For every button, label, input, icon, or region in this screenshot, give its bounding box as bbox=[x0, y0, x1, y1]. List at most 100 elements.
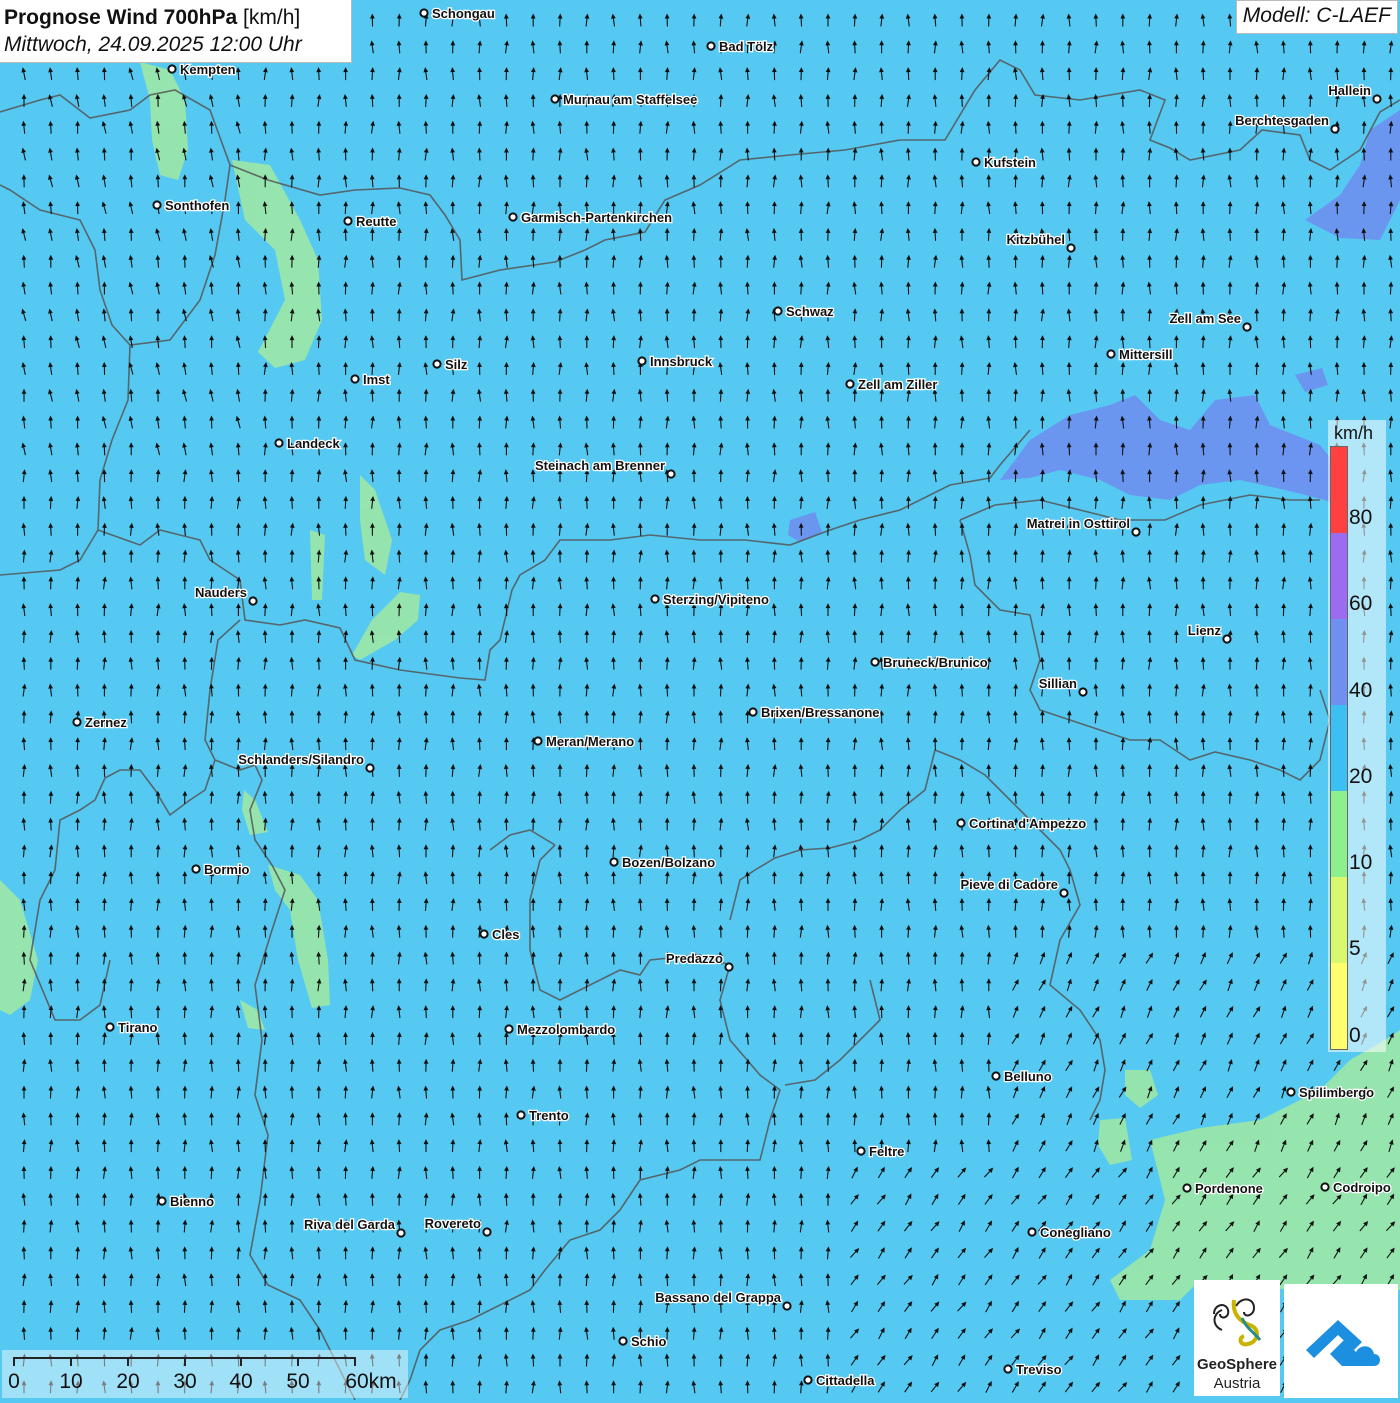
geosphere-name: GeoSphere bbox=[1194, 1356, 1280, 1373]
city-name: Pieve di Cadore bbox=[960, 877, 1058, 892]
city-name: Lienz bbox=[1188, 623, 1222, 638]
city-name: Trento bbox=[529, 1108, 569, 1123]
city-name: Codroipo bbox=[1333, 1180, 1391, 1195]
city-name: Berchtesgaden bbox=[1235, 113, 1329, 128]
city-name: Meran/Merano bbox=[546, 734, 634, 749]
legend-tick-label: 20 bbox=[1349, 765, 1372, 789]
city-name: Silz bbox=[445, 357, 468, 372]
city-name: Landeck bbox=[287, 436, 341, 451]
city-name: Schio bbox=[631, 1334, 666, 1349]
city-name: Mittersill bbox=[1119, 347, 1172, 362]
legend-segment bbox=[1331, 705, 1347, 791]
warn-app-cloud-icon bbox=[1284, 1284, 1398, 1398]
city-marker: Brixen/Bressanone bbox=[749, 705, 879, 720]
legend-segment bbox=[1331, 791, 1347, 877]
city-name: Kempten bbox=[180, 62, 236, 77]
city-name: Bruneck/Brunico bbox=[883, 655, 988, 670]
legend-tick-label: 5 bbox=[1349, 937, 1361, 961]
city-marker: Garmisch-Partenkirchen bbox=[509, 210, 672, 225]
city-name: Predazzo bbox=[666, 951, 723, 966]
city-marker: Schongau bbox=[420, 6, 494, 21]
city-marker: Zell am Ziller bbox=[846, 377, 937, 392]
scale-label: 10 bbox=[59, 1370, 82, 1394]
legend-tick-label: 0 bbox=[1349, 1024, 1361, 1048]
city-name: Schwaz bbox=[786, 304, 834, 319]
city-name: Sonthofen bbox=[165, 198, 229, 213]
forecast-datetime: Mittwoch, 24.09.2025 12:00 Uhr bbox=[4, 31, 347, 58]
city-marker: Conegliano bbox=[1028, 1225, 1110, 1240]
city-name: Riva del Garda bbox=[304, 1217, 396, 1232]
geosphere-swirl-icon bbox=[1194, 1286, 1280, 1356]
city-name: Bad Tölz bbox=[719, 39, 774, 54]
city-name: Rovereto bbox=[425, 1216, 481, 1231]
city-marker: Meran/Merano bbox=[534, 734, 634, 749]
city-name: Kitzbühel bbox=[1007, 232, 1066, 247]
city-marker: Sterzing/Vipiteno bbox=[651, 592, 769, 607]
warn-app-logo[interactable] bbox=[1284, 1284, 1398, 1398]
city-name: Zell am Ziller bbox=[858, 377, 937, 392]
city-name: Innsbruck bbox=[650, 354, 713, 369]
city-name: Cortina d'Ampezzo bbox=[969, 816, 1086, 831]
city-name: Hallein bbox=[1328, 83, 1371, 98]
scale-label: 20 bbox=[116, 1370, 139, 1394]
distance-scale: 0102030405060km bbox=[2, 1350, 408, 1398]
city-name: Spilimbergo bbox=[1299, 1085, 1374, 1100]
title-panel: Prognose Wind 700hPa [km/h] Mittwoch, 24… bbox=[0, 0, 352, 63]
city-marker: Innsbruck bbox=[638, 354, 712, 369]
title-main: Prognose Wind 700hPa bbox=[4, 6, 237, 29]
city-name: Imst bbox=[363, 372, 390, 387]
city-name: Mezzolombardo bbox=[517, 1022, 615, 1037]
city-marker: Sonthofen bbox=[153, 198, 229, 213]
city-marker: Bruneck/Brunico bbox=[871, 655, 987, 670]
title-unit: [km/h] bbox=[243, 6, 300, 29]
city-name: Reutte bbox=[356, 214, 396, 229]
legend-segment bbox=[1331, 877, 1347, 963]
city-name: Sillian bbox=[1039, 676, 1077, 691]
scale-tick bbox=[354, 1357, 356, 1366]
city-marker: Mezzolombardo bbox=[505, 1022, 615, 1037]
city-marker: Cortina d'Ampezzo bbox=[957, 816, 1086, 831]
model-label: Modell: C-LAEF bbox=[1236, 0, 1398, 34]
legend-tick-label: 10 bbox=[1349, 851, 1372, 875]
forecast-map[interactable]: Schongau Bad Tölz Kempten Murnau am Staffel… bbox=[0, 0, 1400, 1400]
city-name: Feltre bbox=[869, 1144, 904, 1159]
city-marker: Pordenone bbox=[1183, 1181, 1263, 1196]
legend-segment bbox=[1331, 533, 1347, 619]
city-name: Matrei in Osttirol bbox=[1027, 516, 1130, 531]
geosphere-logo[interactable]: GeoSphere Austria bbox=[1194, 1280, 1280, 1396]
city-name: Belluno bbox=[1004, 1069, 1052, 1084]
geosphere-country: Austria bbox=[1194, 1375, 1280, 1392]
city-marker: Cittadella bbox=[804, 1373, 875, 1388]
city-name: Conegliano bbox=[1040, 1225, 1111, 1240]
city-name: Garmisch-Partenkirchen bbox=[521, 210, 672, 225]
city-name: Steinach am Brenner bbox=[535, 458, 665, 473]
legend-tick-label: 60 bbox=[1349, 592, 1372, 616]
scale-tick bbox=[70, 1357, 72, 1366]
scale-tick bbox=[127, 1357, 129, 1366]
city-marker: Bozen/Bolzano bbox=[610, 855, 715, 870]
city-name: Schlanders/Silandro bbox=[238, 752, 364, 767]
city-name: Bienno bbox=[170, 1194, 214, 1209]
legend-unit: km/h bbox=[1334, 423, 1373, 444]
scale-label: 40 bbox=[229, 1370, 252, 1394]
legend-segment bbox=[1331, 963, 1347, 1049]
city-marker: Murnau am Staffelsee bbox=[551, 92, 697, 107]
scale-tick bbox=[240, 1357, 242, 1366]
legend-segment bbox=[1331, 619, 1347, 705]
city-name: Schongau bbox=[432, 6, 495, 21]
city-name: Cittadella bbox=[816, 1373, 875, 1388]
scale-tick bbox=[184, 1357, 186, 1366]
city-name: Treviso bbox=[1016, 1362, 1062, 1377]
legend-color-bar bbox=[1330, 446, 1348, 1050]
city-name: Bozen/Bolzano bbox=[622, 855, 715, 870]
scale-label: 60km bbox=[345, 1370, 396, 1394]
city-name: Murnau am Staffelsee bbox=[563, 92, 697, 107]
color-legend: km/h 806040201050 bbox=[1328, 420, 1386, 1052]
scale-label: 30 bbox=[173, 1370, 196, 1394]
city-marker: Spilimbergo bbox=[1287, 1085, 1374, 1100]
map-title: Prognose Wind 700hPa [km/h] bbox=[4, 4, 347, 31]
city-name: Sterzing/Vipiteno bbox=[663, 592, 769, 607]
scale-label: 0 bbox=[8, 1370, 20, 1394]
city-name: Tirano bbox=[118, 1020, 158, 1035]
city-name: Kufstein bbox=[984, 155, 1036, 170]
